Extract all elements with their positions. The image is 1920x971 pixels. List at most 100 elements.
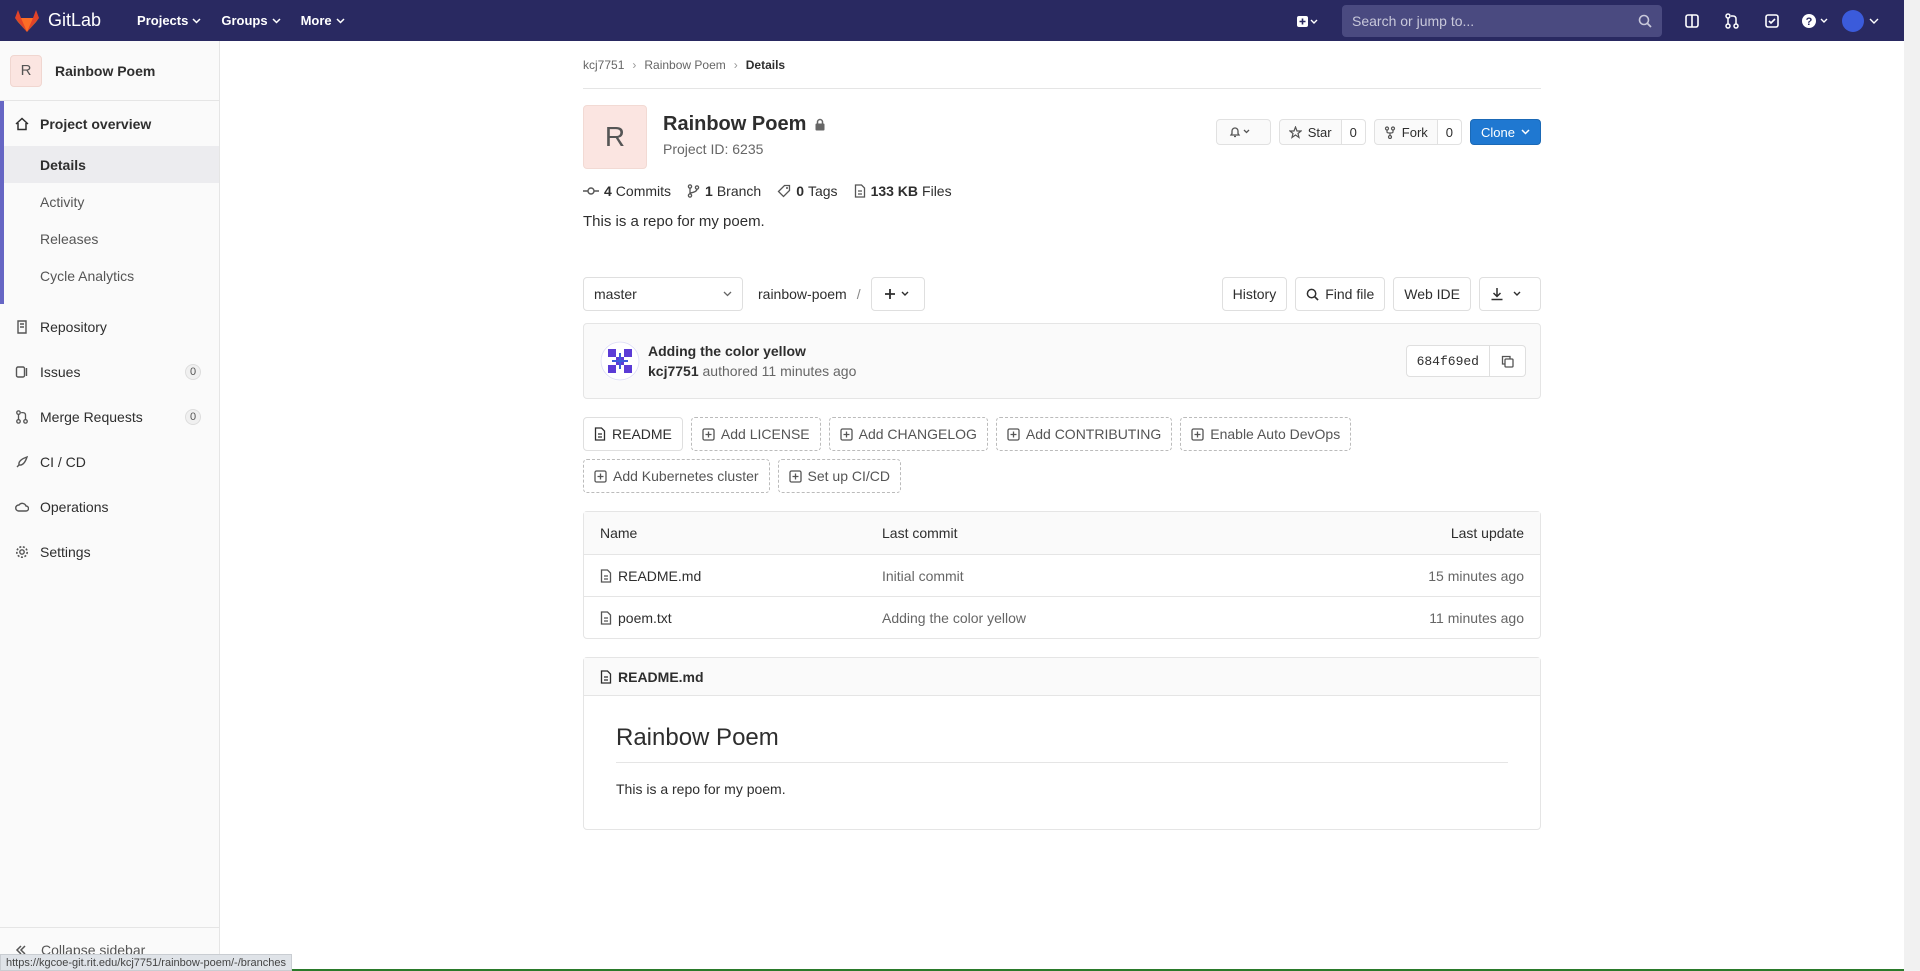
branches-stat-link[interactable]: 1 Branch bbox=[687, 183, 761, 199]
help-dropdown-button[interactable]: ? bbox=[1792, 0, 1838, 41]
file-last-commit-link[interactable]: Initial commit bbox=[882, 568, 1428, 584]
merge-requests-count-badge: 0 bbox=[185, 408, 201, 425]
commit-title-link[interactable]: Adding the color yellow bbox=[648, 343, 856, 359]
find-file-button[interactable]: Find file bbox=[1295, 277, 1386, 311]
add-changelog-button[interactable]: Add CHANGELOG bbox=[828, 417, 988, 451]
plus-square-icon bbox=[839, 427, 853, 441]
last-commit-panel: Adding the color yellow kcj7751 authored… bbox=[583, 323, 1541, 399]
clone-dropdown-button[interactable]: Clone bbox=[1470, 119, 1541, 145]
merge-requests-nav-button[interactable] bbox=[1712, 0, 1752, 41]
sidebar-item-repository[interactable]: Repository bbox=[0, 304, 219, 349]
gitlab-home-link[interactable]: GitLab bbox=[14, 0, 101, 41]
svg-text:?: ? bbox=[1806, 16, 1813, 28]
file-text-icon bbox=[600, 669, 612, 684]
download-dropdown-button[interactable] bbox=[1479, 277, 1541, 311]
merge-request-icon bbox=[1725, 12, 1739, 29]
files-size-stat-link[interactable]: 133 KB Files bbox=[854, 183, 952, 199]
sidebar-subitem-details[interactable]: Details bbox=[4, 146, 219, 183]
branch-selector-dropdown[interactable]: master bbox=[583, 277, 743, 311]
repo-path-link[interactable]: rainbow-poem bbox=[758, 286, 847, 302]
commits-stat-link[interactable]: 4 Commits bbox=[583, 183, 671, 199]
readme-link-button[interactable]: README bbox=[583, 417, 683, 451]
file-name-link[interactable]: poem.txt bbox=[618, 610, 672, 626]
plus-icon bbox=[884, 289, 909, 299]
user-avatar bbox=[1842, 9, 1864, 32]
chevron-down-icon bbox=[1869, 18, 1879, 24]
sidebar-subitem-releases[interactable]: Releases bbox=[4, 220, 219, 257]
notification-dropdown-button[interactable] bbox=[1215, 119, 1271, 145]
nav-projects-dropdown[interactable]: Projects bbox=[127, 0, 211, 41]
chevron-down-icon bbox=[723, 291, 732, 297]
user-menu-button[interactable] bbox=[1838, 0, 1884, 41]
nav-groups-dropdown[interactable]: Groups bbox=[211, 0, 290, 41]
file-text-icon bbox=[594, 427, 606, 441]
add-to-tree-dropdown[interactable] bbox=[870, 277, 925, 311]
sidebar-project-name: Rainbow Poem bbox=[55, 62, 156, 79]
new-dropdown-button[interactable] bbox=[1282, 0, 1332, 41]
copy-sha-button[interactable] bbox=[1490, 345, 1526, 377]
table-header-row: Name Last commit Last update bbox=[584, 512, 1540, 554]
table-row[interactable]: poem.txt Adding the color yellow 11 minu… bbox=[584, 596, 1540, 638]
column-header-name: Name bbox=[600, 525, 638, 541]
copy-icon bbox=[1501, 355, 1514, 368]
table-row[interactable]: README.md Initial commit 15 minutes ago bbox=[584, 554, 1540, 596]
sidebar-item-operations[interactable]: Operations bbox=[0, 484, 219, 529]
sidebar-item-issues[interactable]: Issues 0 bbox=[0, 349, 219, 394]
nav-more-dropdown[interactable]: More bbox=[291, 0, 355, 41]
web-ide-button[interactable]: Web IDE bbox=[1393, 277, 1471, 311]
commit-meta: kcj7751 authored 11 minutes ago bbox=[648, 363, 857, 379]
sidebar-item-merge-requests[interactable]: Merge Requests 0 bbox=[0, 394, 219, 439]
fork-button[interactable]: Fork bbox=[1373, 119, 1438, 145]
web-ide-nav-button[interactable] bbox=[1672, 0, 1712, 41]
project-description: This is a repo for my poem. bbox=[583, 213, 765, 230]
add-contributing-button[interactable]: Add CONTRIBUTING bbox=[995, 417, 1173, 451]
plus-square-icon bbox=[1191, 427, 1204, 441]
file-name-link[interactable]: README.md bbox=[618, 568, 701, 584]
column-header-last-commit: Last commit bbox=[882, 525, 958, 541]
sidebar-item-ci-cd[interactable]: CI / CD bbox=[0, 439, 219, 484]
add-kubernetes-cluster-button[interactable]: Add Kubernetes cluster bbox=[583, 459, 770, 493]
file-last-commit-link[interactable]: Adding the color yellow bbox=[882, 610, 1429, 626]
readme-filename-link[interactable]: README.md bbox=[618, 669, 704, 685]
add-license-button[interactable]: Add LICENSE bbox=[690, 417, 821, 451]
bell-icon bbox=[1230, 127, 1250, 138]
file-text-icon bbox=[600, 610, 612, 625]
star-button[interactable]: Star bbox=[1278, 119, 1342, 145]
todos-nav-button[interactable] bbox=[1752, 0, 1792, 41]
top-navbar: GitLab Projects Groups More Search or ju… bbox=[0, 0, 1904, 41]
star-count[interactable]: 0 bbox=[1341, 119, 1366, 145]
project-stats: 4 Commits 1 Branch 0 Tags 133 KB Files bbox=[583, 183, 1541, 199]
download-icon bbox=[1491, 288, 1521, 301]
chevron-down-icon bbox=[1521, 129, 1530, 135]
sidebar-subitem-cycle-analytics[interactable]: Cycle Analytics bbox=[4, 257, 219, 294]
commit-author-link[interactable]: kcj7751 bbox=[648, 363, 699, 379]
commit-author-avatar[interactable] bbox=[600, 341, 640, 381]
sidebar-item-settings[interactable]: Settings bbox=[0, 529, 219, 574]
fork-count[interactable]: 0 bbox=[1437, 119, 1463, 145]
gitlab-brand-name: GitLab bbox=[48, 10, 102, 30]
search-input[interactable]: Search or jump to... bbox=[1342, 4, 1662, 37]
sidebar-project-header[interactable]: R Rainbow Poem bbox=[0, 41, 219, 101]
column-header-last-update: Last update bbox=[1450, 525, 1524, 541]
project-quick-links: README Add LICENSE Add CHANGELOG Add CON… bbox=[583, 417, 1541, 501]
plus-square-icon bbox=[1007, 427, 1020, 441]
issues-count-badge: 0 bbox=[185, 363, 201, 380]
enable-auto-devops-button[interactable]: Enable Auto DevOps bbox=[1180, 417, 1352, 451]
sidebar-group-project-overview: Project overview Details Activity Releas… bbox=[0, 101, 219, 304]
breadcrumb-user[interactable]: kcj7751 bbox=[583, 58, 624, 72]
web-ide-icon bbox=[1685, 13, 1699, 28]
path-separator: / bbox=[856, 286, 861, 302]
sidebar-subitem-activity[interactable]: Activity bbox=[4, 183, 219, 220]
file-tree-table: Name Last commit Last update README.md I… bbox=[583, 511, 1541, 639]
tags-stat-link[interactable]: 0 Tags bbox=[777, 183, 838, 199]
vertical-scrollbar[interactable] bbox=[1904, 0, 1920, 971]
breadcrumb-project[interactable]: Rainbow Poem bbox=[644, 58, 725, 72]
project-id: Project ID: 6235 bbox=[663, 141, 764, 157]
commit-sha-label[interactable]: 684f69ed bbox=[1405, 345, 1490, 377]
breadcrumb-current[interactable]: Details bbox=[746, 58, 785, 72]
gitlab-logo-icon bbox=[15, 9, 39, 32]
set-up-ci-cd-button[interactable]: Set up CI/CD bbox=[777, 459, 902, 493]
history-button[interactable]: History bbox=[1221, 277, 1288, 311]
sidebar-item-project-overview[interactable]: Project overview bbox=[4, 101, 219, 146]
file-last-update: 15 minutes ago bbox=[1428, 567, 1524, 584]
